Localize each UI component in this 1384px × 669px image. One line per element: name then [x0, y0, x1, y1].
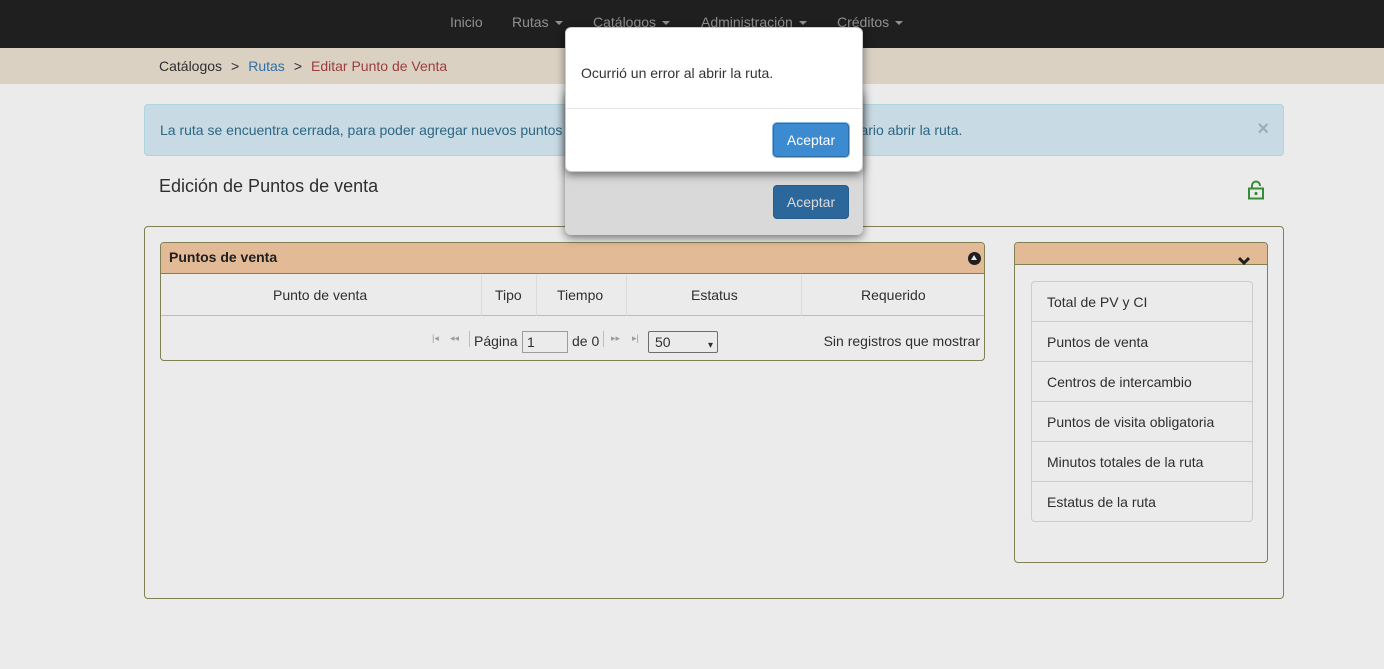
error-dialog: Ocurrió un error al abrir la ruta. Acept…: [565, 27, 863, 172]
error-message: Ocurrió un error al abrir la ruta.: [581, 65, 774, 81]
accept-button[interactable]: Aceptar: [773, 123, 849, 157]
modal-divider: [566, 108, 862, 109]
